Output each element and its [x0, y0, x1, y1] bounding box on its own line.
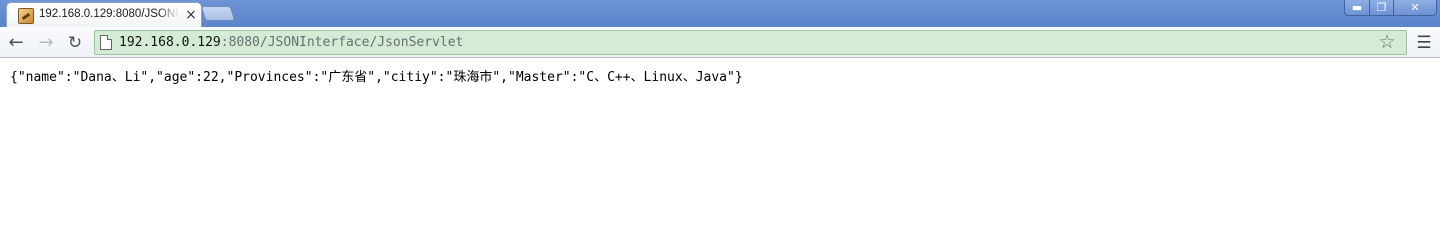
page-content: {"name":"Dana、Li","age":22,"Provinces":"… [0, 59, 1440, 219]
page-favicon-icon [18, 8, 34, 24]
back-arrow-icon[interactable]: ← [5, 32, 27, 54]
json-response-text: {"name":"Dana、Li","age":22,"Provinces":"… [10, 70, 743, 85]
tab-title: 192.168.0.129:8080/JSONInterface/JsonSer… [39, 8, 179, 20]
close-window-button[interactable]: ✕ [1393, 0, 1437, 16]
tab-close-icon[interactable]: × [184, 7, 198, 23]
bookmark-star-icon[interactable]: ☆ [1377, 32, 1397, 52]
browser-toolbar: ← → ↻ 192.168.0.129:8080/JSONInterface/J… [0, 27, 1440, 58]
page-icon [100, 35, 112, 50]
new-tab-button[interactable] [200, 6, 236, 21]
url-text[interactable]: 192.168.0.129:8080/JSONInterface/JsonSer… [119, 35, 463, 51]
browser-tab[interactable]: 192.168.0.129:8080/JSONInterface/JsonSer… [6, 2, 202, 27]
url-path: :8080/JSONInterface/JsonServlet [220, 35, 464, 50]
title-bar: 192.168.0.129:8080/JSONInterface/JsonSer… [0, 0, 1440, 27]
maximize-button[interactable]: ❐ [1369, 0, 1394, 16]
url-host: 192.168.0.129 [119, 35, 221, 50]
reload-icon[interactable]: ↻ [64, 32, 86, 54]
minimize-button[interactable]: ▬ [1344, 0, 1370, 16]
address-bar[interactable]: 192.168.0.129:8080/JSONInterface/JsonSer… [94, 30, 1407, 55]
menu-icon[interactable]: ☰ [1414, 33, 1434, 53]
forward-arrow-icon[interactable]: → [35, 32, 57, 54]
